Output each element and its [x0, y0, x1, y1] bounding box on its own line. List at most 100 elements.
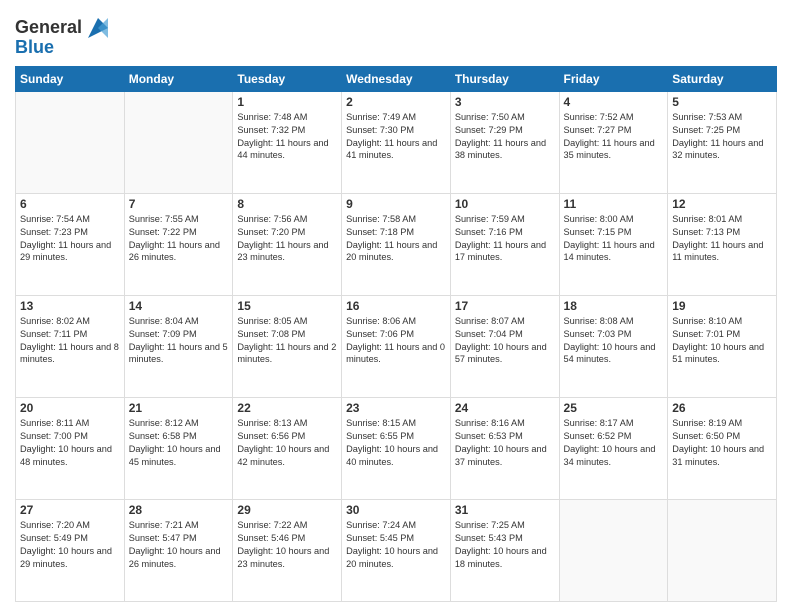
calendar-cell: 10 Sunrise: 7:59 AM Sunset: 7:16 PM Dayli…: [450, 193, 559, 295]
day-info: Sunrise: 7:55 AM Sunset: 7:22 PM Dayligh…: [129, 213, 229, 265]
day-info: Sunrise: 7:49 AM Sunset: 7:30 PM Dayligh…: [346, 111, 446, 163]
calendar-header-wednesday: Wednesday: [342, 66, 451, 91]
day-info: Sunrise: 7:53 AM Sunset: 7:25 PM Dayligh…: [672, 111, 772, 163]
day-info: Sunrise: 8:08 AM Sunset: 7:03 PM Dayligh…: [564, 315, 664, 367]
day-number: 20: [20, 401, 120, 415]
day-info: Sunrise: 7:52 AM Sunset: 7:27 PM Dayligh…: [564, 111, 664, 163]
calendar-cell: 31 Sunrise: 7:25 AM Sunset: 5:43 PM Dayli…: [450, 499, 559, 601]
calendar-cell: 24Sunrise: 8:16 AM Sunset: 6:53 PM Dayli…: [450, 397, 559, 499]
day-info: Sunrise: 7:54 AM Sunset: 7:23 PM Dayligh…: [20, 213, 120, 265]
calendar-cell: 29 Sunrise: 7:22 AM Sunset: 5:46 PM Dayli…: [233, 499, 342, 601]
calendar-cell: 8Sunrise: 7:56 AM Sunset: 7:20 PM Daylig…: [233, 193, 342, 295]
calendar-cell: 18 Sunrise: 8:08 AM Sunset: 7:03 PM Dayli…: [559, 295, 668, 397]
day-info: Sunrise: 8:05 AM Sunset: 7:08 PM Dayligh…: [237, 315, 337, 367]
day-number: 17: [455, 299, 555, 313]
calendar-cell: 23Sunrise: 8:15 AM Sunset: 6:55 PM Dayli…: [342, 397, 451, 499]
day-number: 11: [564, 197, 664, 211]
day-number: 22: [237, 401, 337, 415]
calendar-cell: 11 Sunrise: 8:00 AM Sunset: 7:15 PM Dayli…: [559, 193, 668, 295]
day-info: Sunrise: 7:25 AM Sunset: 5:43 PM Dayligh…: [455, 519, 555, 571]
calendar-cell: [16, 91, 125, 193]
logo: General Blue: [15, 14, 112, 58]
day-number: 3: [455, 95, 555, 109]
calendar-cell: [124, 91, 233, 193]
day-info: Sunrise: 8:19 AM Sunset: 6:50 PM Dayligh…: [672, 417, 772, 469]
day-number: 1: [237, 95, 337, 109]
day-info: Sunrise: 7:48 AM Sunset: 7:32 PM Dayligh…: [237, 111, 337, 163]
day-info: Sunrise: 8:17 AM Sunset: 6:52 PM Dayligh…: [564, 417, 664, 469]
day-info: Sunrise: 8:12 AM Sunset: 6:58 PM Dayligh…: [129, 417, 229, 469]
day-info: Sunrise: 8:13 AM Sunset: 6:56 PM Dayligh…: [237, 417, 337, 469]
calendar-cell: 25Sunrise: 8:17 AM Sunset: 6:52 PM Dayli…: [559, 397, 668, 499]
calendar-cell: 16 Sunrise: 8:06 AM Sunset: 7:06 PM Dayli…: [342, 295, 451, 397]
calendar-cell: 5Sunrise: 7:53 AM Sunset: 7:25 PM Daylig…: [668, 91, 777, 193]
calendar-cell: 19Sunrise: 8:10 AM Sunset: 7:01 PM Dayli…: [668, 295, 777, 397]
day-number: 27: [20, 503, 120, 517]
calendar-cell: 13 Sunrise: 8:02 AM Sunset: 7:11 PM Dayli…: [16, 295, 125, 397]
day-number: 13: [20, 299, 120, 313]
day-number: 16: [346, 299, 446, 313]
day-number: 10: [455, 197, 555, 211]
calendar-cell: 30Sunrise: 7:24 AM Sunset: 5:45 PM Dayli…: [342, 499, 451, 601]
day-number: 28: [129, 503, 229, 517]
calendar-cell: 27Sunrise: 7:20 AM Sunset: 5:49 PM Dayli…: [16, 499, 125, 601]
header: General Blue: [15, 10, 777, 58]
calendar-cell: [559, 499, 668, 601]
calendar-cell: 26 Sunrise: 8:19 AM Sunset: 6:50 PM Dayli…: [668, 397, 777, 499]
calendar-table: SundayMondayTuesdayWednesdayThursdayFrid…: [15, 66, 777, 602]
page: General Blue SundayMondayTuesdayWednesda…: [0, 0, 792, 612]
day-number: 15: [237, 299, 337, 313]
calendar-header-thursday: Thursday: [450, 66, 559, 91]
calendar-week-3: 20 Sunrise: 8:11 AM Sunset: 7:00 PM Dayli…: [16, 397, 777, 499]
calendar-cell: 15 Sunrise: 8:05 AM Sunset: 7:08 PM Dayli…: [233, 295, 342, 397]
day-info: Sunrise: 8:00 AM Sunset: 7:15 PM Dayligh…: [564, 213, 664, 265]
day-number: 7: [129, 197, 229, 211]
calendar-week-0: 1 Sunrise: 7:48 AM Sunset: 7:32 PM Daylig…: [16, 91, 777, 193]
day-info: Sunrise: 8:06 AM Sunset: 7:06 PM Dayligh…: [346, 315, 446, 367]
logo-blue: Blue: [15, 38, 54, 58]
calendar-cell: 4 Sunrise: 7:52 AM Sunset: 7:27 PM Daylig…: [559, 91, 668, 193]
day-info: Sunrise: 7:21 AM Sunset: 5:47 PM Dayligh…: [129, 519, 229, 571]
day-number: 4: [564, 95, 664, 109]
calendar-week-4: 27Sunrise: 7:20 AM Sunset: 5:49 PM Dayli…: [16, 499, 777, 601]
day-info: Sunrise: 8:07 AM Sunset: 7:04 PM Dayligh…: [455, 315, 555, 367]
day-info: Sunrise: 8:01 AM Sunset: 7:13 PM Dayligh…: [672, 213, 772, 265]
calendar-cell: 21 Sunrise: 8:12 AM Sunset: 6:58 PM Dayli…: [124, 397, 233, 499]
day-number: 14: [129, 299, 229, 313]
day-info: Sunrise: 8:04 AM Sunset: 7:09 PM Dayligh…: [129, 315, 229, 367]
calendar-header-tuesday: Tuesday: [233, 66, 342, 91]
day-info: Sunrise: 7:59 AM Sunset: 7:16 PM Dayligh…: [455, 213, 555, 265]
calendar-cell: 12 Sunrise: 8:01 AM Sunset: 7:13 PM Dayli…: [668, 193, 777, 295]
day-info: Sunrise: 7:58 AM Sunset: 7:18 PM Dayligh…: [346, 213, 446, 265]
day-number: 8: [237, 197, 337, 211]
calendar-cell: 20 Sunrise: 8:11 AM Sunset: 7:00 PM Dayli…: [16, 397, 125, 499]
day-number: 12: [672, 197, 772, 211]
logo-icon: [84, 14, 112, 42]
day-number: 29: [237, 503, 337, 517]
day-number: 23: [346, 401, 446, 415]
calendar-header-monday: Monday: [124, 66, 233, 91]
calendar-cell: 17 Sunrise: 8:07 AM Sunset: 7:04 PM Dayli…: [450, 295, 559, 397]
calendar-header-sunday: Sunday: [16, 66, 125, 91]
day-info: Sunrise: 8:10 AM Sunset: 7:01 PM Dayligh…: [672, 315, 772, 367]
day-info: Sunrise: 7:24 AM Sunset: 5:45 PM Dayligh…: [346, 519, 446, 571]
day-info: Sunrise: 8:02 AM Sunset: 7:11 PM Dayligh…: [20, 315, 120, 367]
day-number: 31: [455, 503, 555, 517]
day-info: Sunrise: 7:50 AM Sunset: 7:29 PM Dayligh…: [455, 111, 555, 163]
logo-general: General: [15, 18, 82, 38]
day-number: 18: [564, 299, 664, 313]
calendar-header-saturday: Saturday: [668, 66, 777, 91]
calendar-header-row: SundayMondayTuesdayWednesdayThursdayFrid…: [16, 66, 777, 91]
day-info: Sunrise: 8:16 AM Sunset: 6:53 PM Dayligh…: [455, 417, 555, 469]
calendar-cell: 7 Sunrise: 7:55 AM Sunset: 7:22 PM Daylig…: [124, 193, 233, 295]
calendar-cell: 22 Sunrise: 8:13 AM Sunset: 6:56 PM Dayli…: [233, 397, 342, 499]
day-number: 26: [672, 401, 772, 415]
calendar-cell: 2Sunrise: 7:49 AM Sunset: 7:30 PM Daylig…: [342, 91, 451, 193]
calendar-cell: 9 Sunrise: 7:58 AM Sunset: 7:18 PM Daylig…: [342, 193, 451, 295]
day-info: Sunrise: 8:11 AM Sunset: 7:00 PM Dayligh…: [20, 417, 120, 469]
day-number: 9: [346, 197, 446, 211]
day-number: 21: [129, 401, 229, 415]
calendar-cell: [668, 499, 777, 601]
calendar-cell: 3 Sunrise: 7:50 AM Sunset: 7:29 PM Daylig…: [450, 91, 559, 193]
day-info: Sunrise: 7:22 AM Sunset: 5:46 PM Dayligh…: [237, 519, 337, 571]
